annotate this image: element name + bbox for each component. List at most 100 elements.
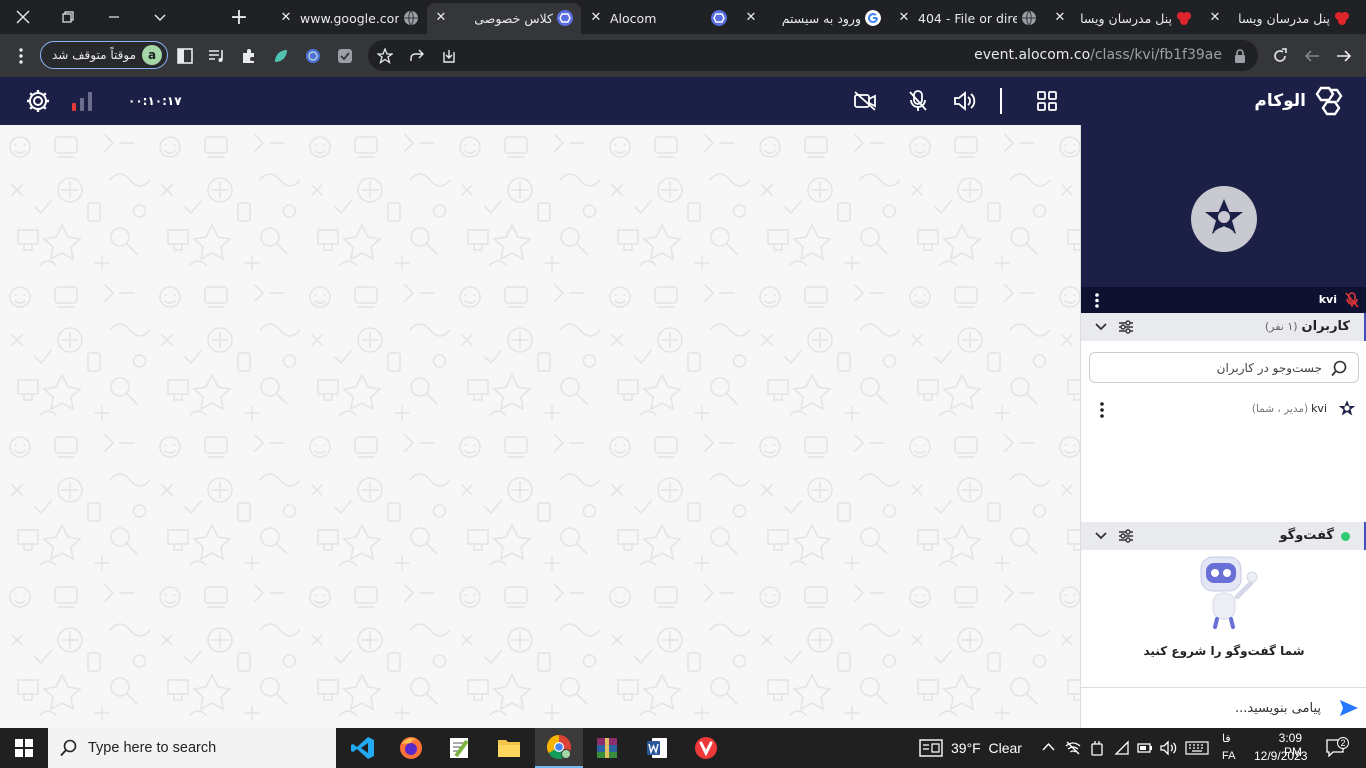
chevron-up-icon[interactable] (1042, 742, 1055, 752)
user-search-input[interactable] (1100, 353, 1322, 382)
firefox-icon (400, 737, 422, 759)
tab-visa-panel-1[interactable]: ✕ پنل مدرسان ویسا (1201, 3, 1358, 34)
send-icon[interactable] (1339, 699, 1359, 717)
back-button[interactable] (1330, 42, 1358, 70)
chevron-down-icon (154, 14, 166, 21)
side-panel-icon (177, 48, 193, 64)
tab-404[interactable]: ✕ 404 - File or dire (890, 3, 1045, 34)
share-icon (410, 49, 424, 61)
microphone-toggle-button[interactable] (904, 87, 932, 115)
message-composer (1081, 687, 1366, 728)
speaker-icon (954, 91, 976, 111)
users-panel-header[interactable]: کاربران(۱ نفر) (1081, 313, 1366, 341)
taskbar-notepad-plus[interactable] (435, 728, 483, 768)
tab-login[interactable]: ✕ ورود به سیستم (737, 3, 889, 34)
wifi-icon[interactable] (1114, 740, 1130, 756)
message-input[interactable] (1091, 694, 1321, 722)
taskbar-firefox[interactable] (387, 728, 435, 768)
taskbar-file-explorer[interactable] (485, 728, 533, 768)
media-control-button[interactable] (203, 42, 231, 70)
user-search-box[interactable] (1089, 352, 1359, 383)
tab-google[interactable]: ✕ www.google.com (272, 3, 427, 34)
site-info-button[interactable] (1226, 42, 1254, 70)
side-panel-button[interactable] (171, 42, 199, 70)
taskbar-vscode[interactable] (339, 728, 387, 768)
settings-button[interactable] (24, 87, 52, 115)
taskbar-search-box[interactable]: Type here to search (48, 728, 336, 768)
taskbar-winrar[interactable] (583, 728, 631, 768)
extensions-button[interactable] (235, 42, 263, 70)
red-flower-icon (1177, 12, 1191, 25)
chevron-down-icon[interactable] (1095, 531, 1107, 541)
speaker-toggle-button[interactable] (950, 87, 978, 115)
language-indicator-fa[interactable]: فا (1222, 732, 1231, 745)
more-options-icon[interactable] (1100, 402, 1104, 418)
taskbar-vivaldi[interactable] (682, 728, 730, 768)
address-bar[interactable]: event.alocom.co/class/kvi/fb1f39ae (368, 40, 1258, 71)
tab-visa-panel-2[interactable]: ✕ پنل مدرسان ویسا (1046, 3, 1200, 34)
taskbar-search-placeholder: Type here to search (88, 740, 217, 756)
keyboard-icon[interactable] (1185, 741, 1209, 755)
tab-close-button[interactable]: ✕ (1207, 9, 1223, 27)
online-status-dot (1341, 532, 1350, 541)
extension-wordpress-button[interactable] (299, 42, 327, 70)
tab-private-class[interactable]: ✕ کلاس خصوصی (427, 3, 581, 34)
clock-date[interactable]: 12/9/2023 (1254, 749, 1307, 763)
layout-button[interactable] (1033, 87, 1061, 115)
window-close-button[interactable] (0, 0, 46, 34)
more-options-icon[interactable] (1095, 293, 1099, 308)
connection-quality-indicator[interactable] (70, 87, 98, 115)
avatar: a (142, 45, 162, 65)
chat-panel-header[interactable]: گفت‌وگو (1081, 522, 1366, 550)
doodle-pattern-background (0, 125, 1080, 728)
camera-toggle-button[interactable] (851, 87, 879, 115)
battery-icon[interactable] (1137, 742, 1153, 754)
extension-leaf-button[interactable] (267, 42, 295, 70)
bookmark-button[interactable] (371, 42, 399, 70)
taskbar-chrome[interactable] (535, 728, 583, 768)
tab-close-button[interactable]: ✕ (896, 9, 912, 27)
tab-close-button[interactable]: ✕ (743, 9, 759, 27)
browser-tab-bar: + ✕ www.google.com ✕ کلاس خصوصی ✕ Alocom… (0, 0, 1366, 34)
start-button[interactable] (0, 728, 48, 768)
session-timer: ۰۰:۱۰:۱۷ (128, 94, 182, 108)
globe-icon (1022, 10, 1036, 26)
window-minimize-button[interactable] (91, 0, 137, 34)
whiteboard-area[interactable] (0, 125, 1080, 728)
tab-close-button[interactable]: ✕ (588, 9, 604, 27)
filter-settings-icon[interactable] (1118, 320, 1134, 334)
reload-icon (1274, 48, 1287, 62)
url-text[interactable]: event.alocom.co/class/kvi/fb1f39ae (974, 40, 1222, 71)
user-list-item[interactable]: kvi(مدیر ، شما) (1081, 396, 1366, 422)
class-header: ۰۰:۱۰:۱۷ الوکام (0, 77, 1366, 125)
forward-button[interactable] (1298, 42, 1326, 70)
extension-shield-button[interactable] (331, 42, 359, 70)
alocom-icon (557, 10, 573, 26)
volume-icon[interactable] (1159, 740, 1177, 756)
new-tab-button[interactable]: + (216, 0, 262, 34)
google-icon (865, 10, 881, 26)
user-avatar (1191, 186, 1257, 252)
usb-icon[interactable] (1090, 740, 1104, 756)
browser-menu-button[interactable] (7, 42, 35, 70)
tab-search-button[interactable] (137, 0, 183, 34)
profile-status: موقتاً متوقف شد (51, 48, 136, 62)
weather-text[interactable]: 39°F Clear (951, 740, 1022, 756)
tab-close-button[interactable]: ✕ (433, 9, 449, 27)
globe-icon (404, 10, 418, 26)
network-off-icon[interactable] (1065, 740, 1081, 756)
share-button[interactable] (403, 42, 431, 70)
chevron-down-icon[interactable] (1095, 322, 1107, 332)
window-restore-button[interactable] (45, 0, 91, 34)
video-name-bar: kvi (1081, 287, 1366, 313)
profile-button[interactable]: موقتاً متوقف شد a (40, 41, 168, 69)
reload-button[interactable] (1266, 42, 1294, 70)
tab-alocom[interactable]: ✕ Alocom (582, 3, 735, 34)
install-app-button[interactable] (435, 42, 463, 70)
filter-settings-icon[interactable] (1118, 529, 1134, 543)
tab-close-button[interactable]: ✕ (1052, 9, 1068, 27)
language-indicator-en[interactable]: FA (1222, 750, 1235, 762)
alocom-logo-icon (1315, 86, 1343, 116)
taskbar-word[interactable] (633, 728, 681, 768)
tab-close-button[interactable]: ✕ (278, 9, 294, 27)
